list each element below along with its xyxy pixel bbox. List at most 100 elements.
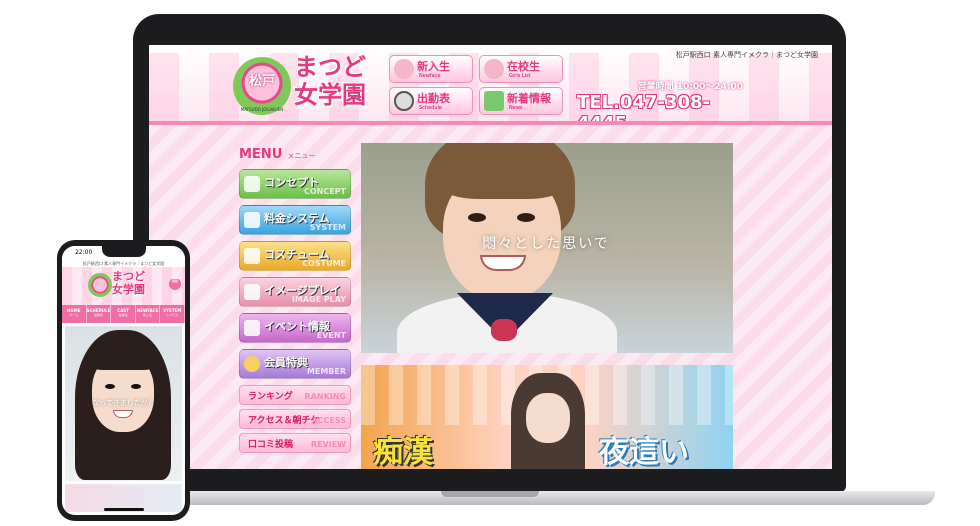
site-logo[interactable]: まつど 女学園 [294,53,374,109]
nav-button-news[interactable]: 新着情報 News [479,87,563,115]
emblem-text: 松戸 [248,74,275,89]
menu-item-event[interactable]: イベント情報 EVENT [239,313,351,343]
menu-item-en: EVENT [316,331,346,340]
nav-label: 新入生 [417,60,450,73]
phone-nav-label: NEWFACE [136,308,159,313]
phone-nav-sub: 出勤表 [93,313,103,317]
menu-item-review[interactable]: 口コミ投稿 REVIEW [239,433,351,453]
menu-small-en: REVIEW [310,440,346,449]
beginner-icon [244,176,260,192]
phone-logo-line-2: 女学園 [112,283,145,296]
phone-hero-bangs [89,340,157,370]
phone-emblem-icon[interactable] [88,273,112,297]
nav-button-girls[interactable]: 在校生 Girls List [479,55,563,83]
hero-eye [517,213,535,222]
event-banner[interactable]: 痴漢 夜這い [361,365,733,469]
menu-item-image-play[interactable]: イメージプレイ IMAGE PLAY [239,277,351,307]
hero-eye [468,213,486,222]
wallet-icon [244,212,260,228]
laptop-notch [441,491,539,497]
phone-hero-caption: なってきましたか？ [92,399,155,407]
calendar-icon [244,320,260,336]
nav-button-newface[interactable]: 新入生 Newface [389,55,473,83]
phone-time: 22:00 [75,249,93,256]
phone-nav-newface[interactable]: NEWFACE 新入生 [136,305,161,323]
scissors-icon [244,248,260,264]
banner-model-face [526,393,570,443]
nav-label: 新着情報 [507,92,551,105]
menu-item-member[interactable]: 会員特典 MEMBER [239,349,351,379]
nav-label: 出勤表 [417,92,450,105]
hero-tie [491,319,517,341]
menu-title-sub: メニュー [287,152,316,160]
phone-nav-cast[interactable]: CAST 在校生 [111,305,136,323]
menu-item-ranking[interactable]: ランキング RANKING [239,385,351,405]
menu-small-en: RANKING [304,392,346,401]
phone-home-indicator [104,508,144,511]
nav-sublabel: Girls List [509,73,531,79]
clock-icon [394,91,414,111]
menu-item-access[interactable]: アクセス＆朝チケ ACCESS [239,409,351,429]
menu-item-en: MEMBER [306,367,346,376]
phone-logo[interactable]: まつど 女学園 [112,270,162,296]
header-nav: 新入生 Newface 在校生 Girls List 出勤表 Schedule … [389,55,565,117]
new-student-icon [394,59,414,79]
laptop-screen: 松戸駅西口 素人専門イメクラ｜まつど女学園 松戸 MATSUDO JOGAKUE… [149,45,832,469]
ring-icon [244,284,260,300]
nav-sublabel: News [509,105,523,111]
nav-button-schedule[interactable]: 出勤表 Schedule [389,87,473,115]
hero-image[interactable]: 悶々とした思いで [361,143,733,353]
logo-line-2: 女学園 [294,81,366,109]
phone-nav-sub: 新入生 [143,313,153,317]
phone-nav-home[interactable]: HOME ホーム [62,305,87,323]
phone-nav-label: HOME [67,308,81,313]
site-body: MENU メニュー コンセプト CONCEPT 料金システム SYSTEM コス… [149,125,832,469]
phone-nav-label: SYSTEM [163,308,182,313]
nav-sublabel: Newface [419,73,441,79]
phone-nav-sub: 在校生 [118,313,128,317]
phone-hero-image[interactable]: なってきましたか？ [65,326,182,481]
menu-heading: MENU メニュー [239,143,351,163]
menu-item-label: 会員特典 [264,356,308,369]
menu-item-en: COSTUME [302,259,346,268]
news-icon [484,91,504,111]
menu-item-concept[interactable]: コンセプト CONCEPT [239,169,351,199]
menu-small-label: 口コミ投稿 [248,440,294,450]
phone-logo-line-1: まつど [112,270,145,283]
menu-small-en: ACCESS [311,416,346,425]
menu-item-en: IMAGE PLAY [291,295,346,304]
site-tagline: 松戸駅西口 素人専門イメクラ｜まつど女学園 [675,51,818,59]
phone-nav-sub: システム [166,313,179,317]
phone-notch [102,246,146,257]
phone-header: まつど 女学園 [62,267,185,305]
phone-hero-eye [105,384,115,389]
logo-line-1: まつど [294,53,366,81]
phone-nav-label: CAST [117,308,129,313]
site-header: 松戸駅西口 素人専門イメクラ｜まつど女学園 松戸 MATSUDO JOGAKUE… [149,45,832,134]
hamburger-menu-icon[interactable] [169,276,181,290]
phone-nav-label: SCHEDULE [86,308,111,313]
menu-item-costume[interactable]: コスチューム COSTUME [239,241,351,271]
menu-title: MENU [239,147,283,162]
phone-screen: 22:00 松戸駅西口 素人専門イメクラ｜まつど女学園 まつど 女学園 HOME… [62,246,185,515]
phone-nav-system[interactable]: SYSTEM システム [160,305,185,323]
phone-nav: HOME ホーム SCHEDULE 出勤表 CAST 在校生 NEWFACE 新… [62,305,185,323]
menu-small-label: ランキング [248,392,293,402]
hero-caption: 悶々とした思いで [482,236,610,252]
menu-small-label: アクセス＆朝チケ [248,416,320,426]
hero-bangs [441,155,565,199]
menu-item-en: CONCEPT [303,187,346,196]
banner-right-text: 夜這い [599,435,689,469]
phone-nav-schedule[interactable]: SCHEDULE 出勤表 [87,305,112,323]
nav-label: 在校生 [507,60,540,73]
coin-icon [244,356,260,372]
nav-sublabel: Schedule [419,105,442,111]
business-hours: 営業時間 10:00〜24:00 [637,82,743,92]
menu-item-system[interactable]: 料金システム SYSTEM [239,205,351,235]
menu-item-en: SYSTEM [309,223,346,232]
student-icon [484,59,504,79]
emblem-subtitle: MATSUDO JOGAKUEN [240,107,284,112]
phone-hero-eye [131,384,141,389]
phone-nav-sub: ホーム [69,313,79,317]
banner-left-text: 痴漢 [373,435,433,469]
